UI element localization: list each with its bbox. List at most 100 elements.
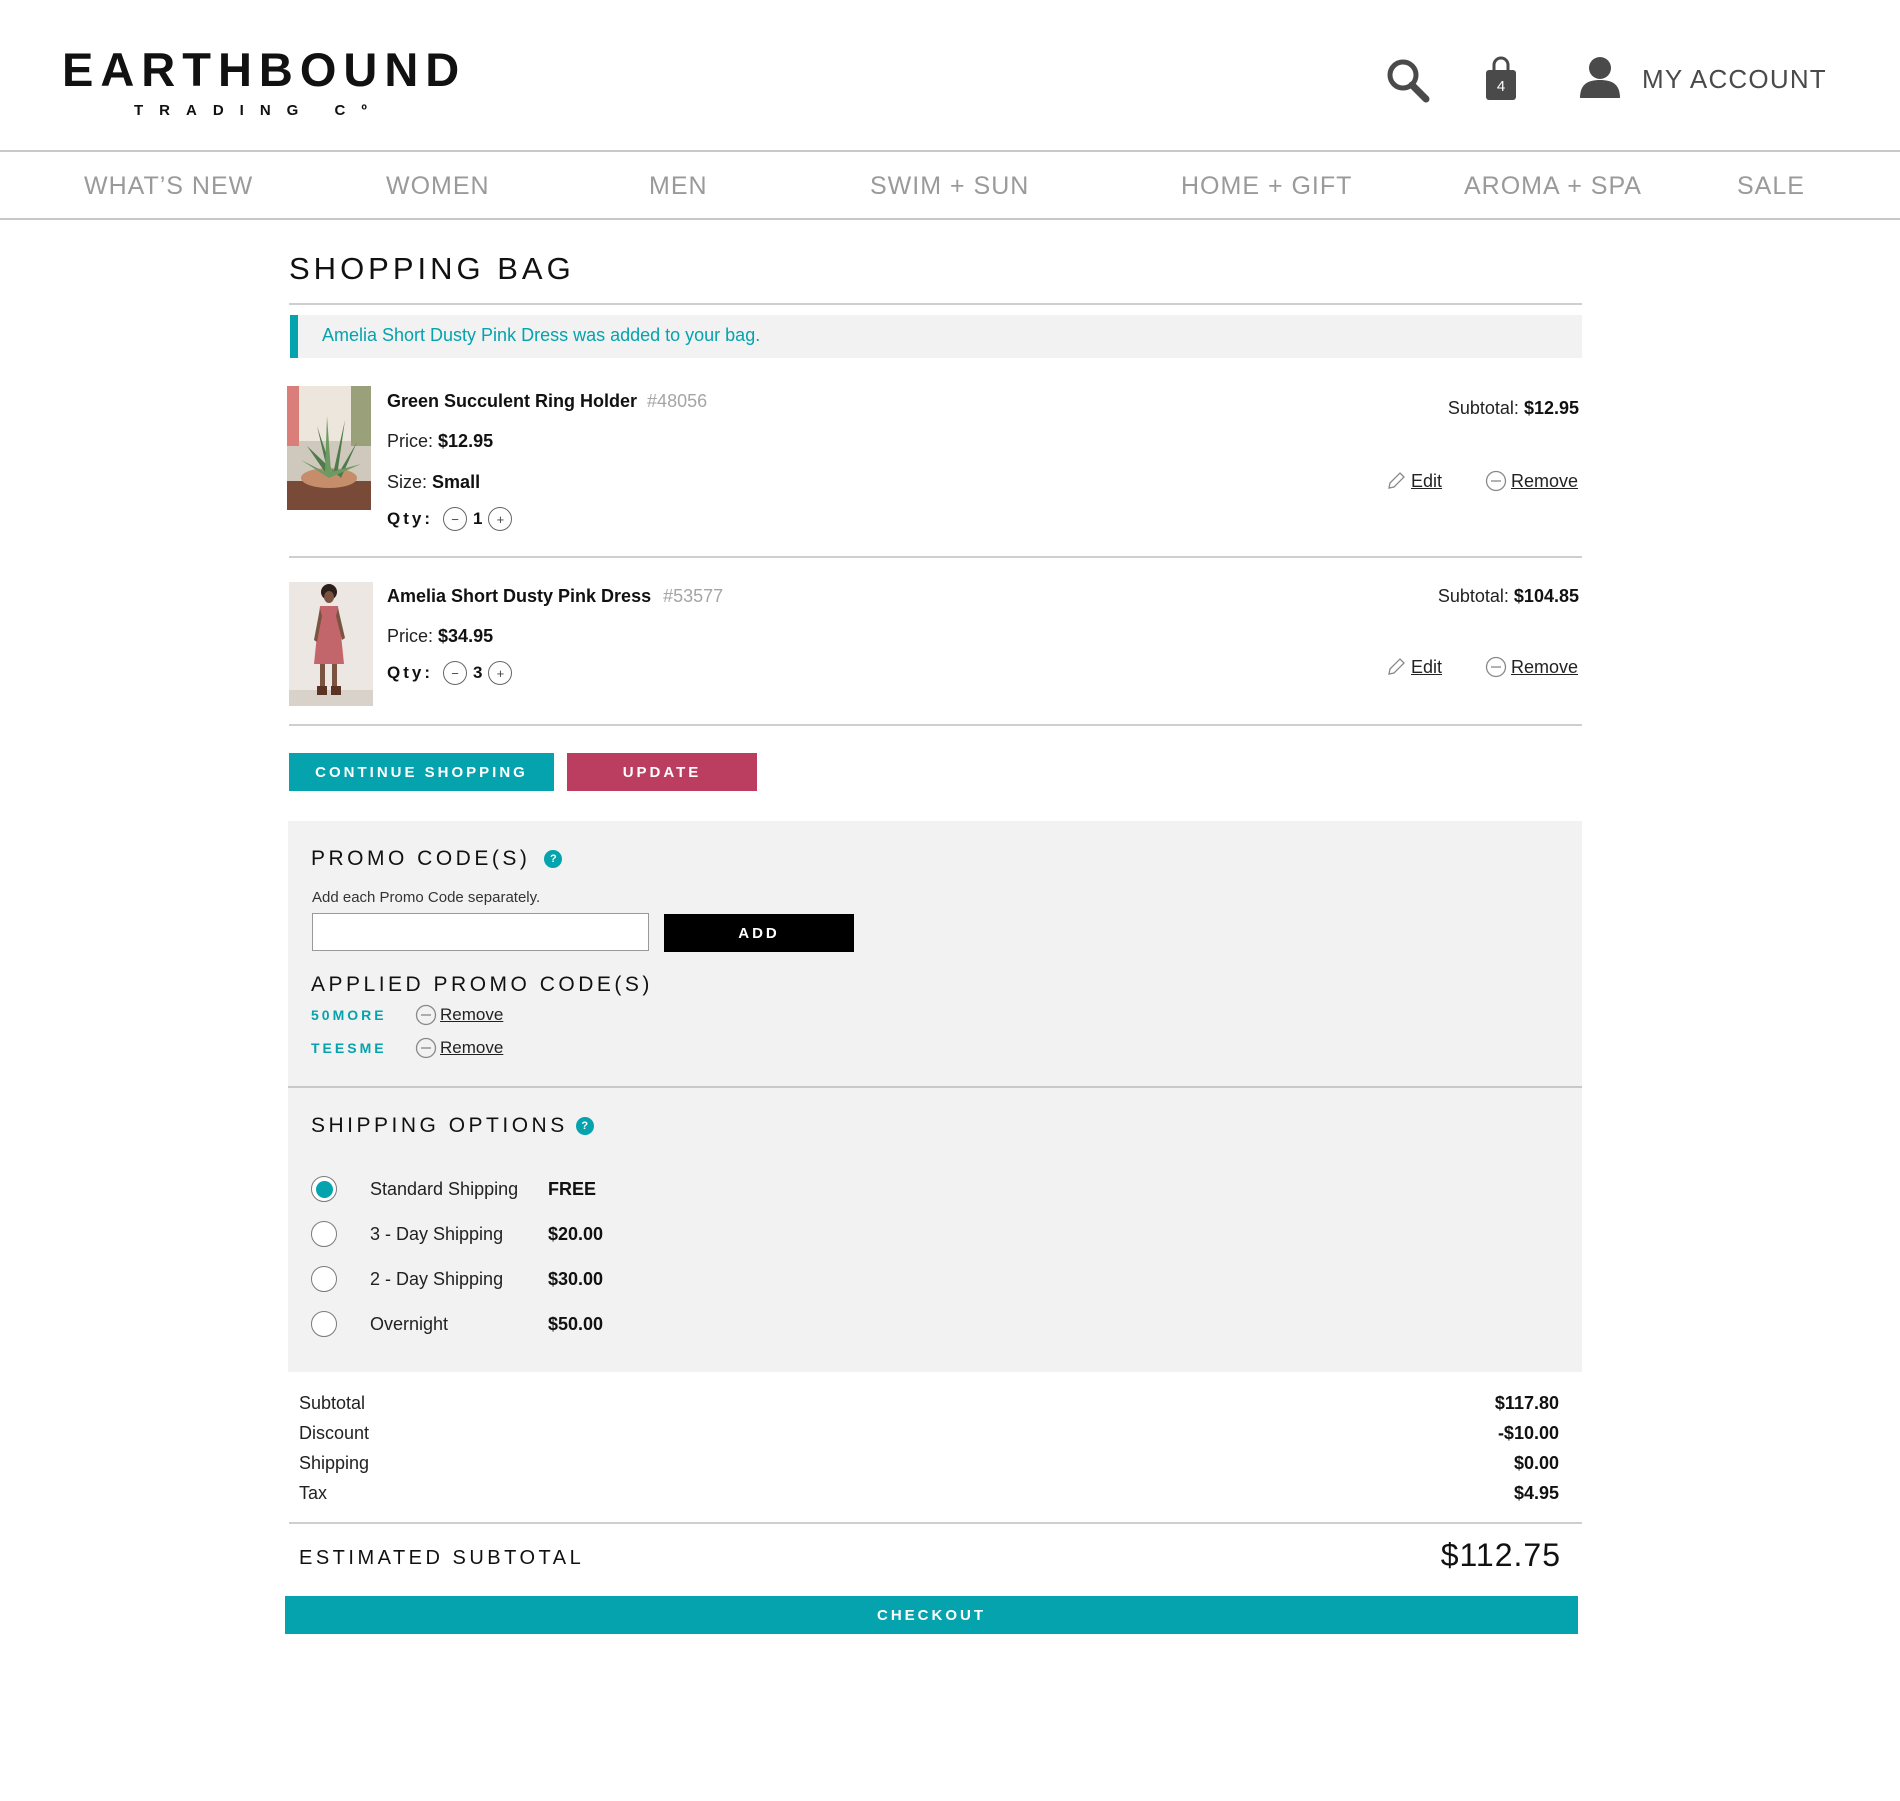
divider <box>289 1522 1582 1524</box>
search-icon[interactable] <box>1384 56 1432 104</box>
minus-circle-icon <box>1485 470 1507 492</box>
radio-button[interactable] <box>311 1221 337 1247</box>
nav-item-women[interactable]: WOMEN <box>386 172 490 201</box>
user-icon[interactable] <box>1578 56 1622 98</box>
promo-code-label: 50MORE <box>311 1007 387 1023</box>
totals-label: Shipping <box>299 1453 370 1473</box>
minus-circle-icon <box>415 1004 437 1026</box>
help-icon[interactable]: ? <box>544 850 563 868</box>
radio-button-selected[interactable] <box>311 1176 337 1202</box>
edit-label: Edit <box>1411 470 1443 491</box>
promo-title: PROMO CODE(S) ? <box>311 847 563 871</box>
radio-button[interactable] <box>311 1266 337 1292</box>
qty-value: 3 <box>473 663 483 682</box>
notice-text: Amelia Short Dusty Pink Dress was added … <box>322 325 761 345</box>
shipping-label: 3 - Day Shipping <box>370 1223 504 1244</box>
cart-item: Green Succulent Ring Holder #48056 Price:… <box>287 386 1583 556</box>
quantity-stepper: Qty: − 1 + <box>387 507 513 531</box>
minus-circle-icon <box>415 1037 437 1059</box>
price-label: Price: <box>387 431 434 451</box>
item-sku: #48056 <box>647 391 708 411</box>
added-to-bag-notice: Amelia Short Dusty Pink Dress was added … <box>290 315 1582 358</box>
estimated-subtotal-label: ESTIMATED SUBTOTAL <box>299 1547 585 1569</box>
pencil-icon <box>1385 470 1407 492</box>
nav-item-home-gift[interactable]: HOME + GIFT <box>1181 172 1352 201</box>
remove-label: Remove <box>1511 470 1579 491</box>
qty-increase-button[interactable]: + <box>488 507 513 531</box>
product-image-succulent[interactable] <box>287 386 371 510</box>
remove-promo-button[interactable]: Remove <box>415 1037 503 1059</box>
radio-button[interactable] <box>311 1311 337 1337</box>
help-icon[interactable]: ? <box>575 1117 594 1135</box>
totals-row-tax: Tax $4.95 <box>299 1483 1559 1504</box>
totals-row-discount: Discount -$10.00 <box>299 1423 1559 1444</box>
estimated-subtotal-value: $112.75 <box>1440 1537 1561 1573</box>
nav-item-whats-new[interactable]: WHAT’S NEW <box>84 172 253 201</box>
qty-value: 1 <box>473 509 483 528</box>
main-nav: WHAT’S NEW WOMEN MEN SWIM + SUN HOME + G… <box>0 154 1900 220</box>
product-image-pink-dress[interactable] <box>289 582 373 706</box>
shipping-option-3-day[interactable]: 3 - Day Shipping $20.00 <box>311 1221 603 1247</box>
price-value: $12.95 <box>438 431 494 451</box>
promo-code-label: TEESME <box>311 1040 387 1056</box>
remove-item-button[interactable]: Remove <box>1485 470 1578 492</box>
item-subtotal: Subtotal: $104.85 <box>1438 586 1579 607</box>
shipping-panel: SHIPPING OPTIONS ? Standard Shipping FRE… <box>288 1088 1582 1372</box>
edit-item-button[interactable]: Edit <box>1385 656 1442 678</box>
totals-label: Tax <box>299 1483 328 1503</box>
brand-logo[interactable]: EARTHBOUND TRADING Cº <box>62 44 459 120</box>
totals-value: $0.00 <box>1513 1453 1559 1473</box>
size-label: Size: <box>387 472 428 492</box>
item-sku: #53577 <box>663 586 724 606</box>
brand-subtitle: TRADING Cº <box>134 102 383 119</box>
divider <box>289 724 1582 726</box>
shopping-bag-icon[interactable]: 4 <box>1484 56 1518 102</box>
remove-label: Remove <box>1511 656 1579 677</box>
my-account-link[interactable]: MY ACCOUNT <box>1642 64 1827 95</box>
applied-code-row: 50MORE Remove <box>311 1004 503 1026</box>
divider <box>289 303 1582 305</box>
quantity-stepper: Qty: − 3 + <box>387 661 513 685</box>
subtotal-value: $12.95 <box>1523 398 1579 418</box>
subtotal-value: $104.85 <box>1513 586 1579 606</box>
edit-label: Edit <box>1411 656 1443 677</box>
shipping-price: $50.00 <box>548 1313 604 1334</box>
item-size: Size: Small <box>387 472 480 493</box>
totals-row-subtotal: Subtotal $117.80 <box>299 1393 1559 1414</box>
shipping-option-2-day[interactable]: 2 - Day Shipping $30.00 <box>311 1266 603 1292</box>
shipping-title: SHIPPING OPTIONS ? <box>311 1114 594 1138</box>
nav-item-aroma-spa[interactable]: AROMA + SPA <box>1464 172 1642 201</box>
update-button[interactable]: UPDATE <box>567 753 757 791</box>
edit-item-button[interactable]: Edit <box>1385 470 1442 492</box>
site-header: EARTHBOUND TRADING Cº 4 MY ACCOUNT <box>0 0 1900 152</box>
remove-promo-button[interactable]: Remove <box>415 1004 503 1026</box>
divider <box>289 556 1582 558</box>
remove-item-button[interactable]: Remove <box>1485 656 1578 678</box>
totals-label: Discount <box>299 1423 370 1443</box>
shipping-option-standard[interactable]: Standard Shipping FREE <box>311 1176 596 1202</box>
applied-promo-title: APPLIED PROMO CODE(S) <box>311 973 653 996</box>
continue-shopping-button[interactable]: CONTINUE SHOPPING <box>289 753 554 791</box>
price-label: Price: <box>387 626 434 646</box>
shipping-price: FREE <box>548 1178 597 1199</box>
shipping-label: Overnight <box>370 1313 449 1334</box>
item-name[interactable]: Amelia Short Dusty Pink Dress #53577 <box>387 586 723 607</box>
checkout-button[interactable]: CHECKOUT <box>285 1596 1578 1634</box>
nav-item-sale[interactable]: SALE <box>1737 172 1805 201</box>
nav-item-men[interactable]: MEN <box>649 172 708 201</box>
qty-decrease-button[interactable]: − <box>443 661 467 685</box>
size-value: Small <box>432 472 481 492</box>
remove-label: Remove <box>440 1005 504 1024</box>
qty-decrease-button[interactable]: − <box>443 507 467 531</box>
item-name[interactable]: Green Succulent Ring Holder #48056 <box>387 391 707 412</box>
pencil-icon <box>1385 656 1407 678</box>
add-promo-button[interactable]: ADD <box>664 914 854 952</box>
nav-item-swim-sun[interactable]: SWIM + SUN <box>870 172 1029 201</box>
shipping-option-overnight[interactable]: Overnight $50.00 <box>311 1311 603 1337</box>
subtotal-label: Subtotal: <box>1437 586 1509 606</box>
shipping-label: Standard Shipping <box>370 1178 519 1199</box>
qty-label: Qty: <box>387 663 433 682</box>
promo-title-text: PROMO CODE(S) <box>311 847 531 870</box>
qty-increase-button[interactable]: + <box>488 661 513 685</box>
promo-code-input[interactable] <box>312 913 649 951</box>
